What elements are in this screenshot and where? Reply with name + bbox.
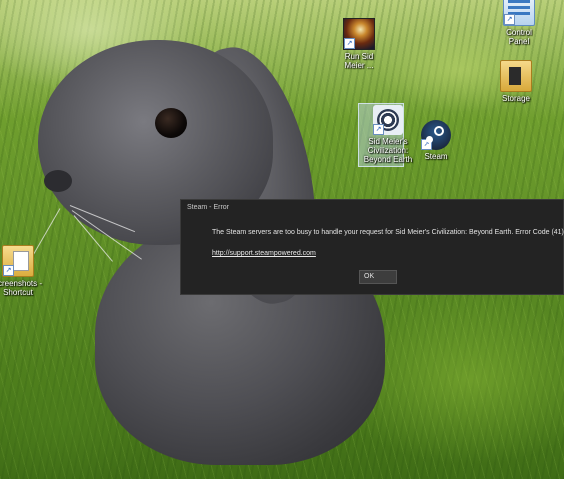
desktop-icon-control-panel[interactable]: ↗ Control Panel — [487, 0, 551, 46]
shortcut-arrow-icon: ↗ — [421, 139, 432, 150]
steam-error-dialog: Steam - Error The Steam servers are too … — [180, 199, 564, 295]
dialog-title: Steam - Error — [187, 204, 230, 211]
civilization-beyond-earth-icon: ↗ — [373, 105, 403, 135]
desktop-icon-screenshots-shortcut[interactable]: ↗ screenshots - Shortcut — [0, 245, 50, 297]
desktop-icon-steam[interactable]: ↗ Steam — [404, 120, 468, 161]
civilization-game-icon: ↗ — [343, 18, 375, 50]
desktop-icon-label: Storage — [501, 94, 531, 103]
shortcut-arrow-icon: ↗ — [373, 124, 384, 135]
steam-icon: ↗ — [421, 120, 451, 150]
desktop-icon-storage[interactable]: Storage — [484, 60, 548, 103]
desktop-icon-label: Run Sid Meier ... — [344, 52, 374, 70]
support-link[interactable]: http://support.steampowered.com — [212, 250, 316, 257]
shortcut-arrow-icon: ↗ — [344, 38, 355, 49]
control-panel-icon: ↗ — [503, 0, 535, 26]
error-message: The Steam servers are too busy to handle… — [212, 229, 564, 236]
rabbit-eye — [155, 108, 187, 138]
desktop-icon-run-sid-meier[interactable]: ↗ Run Sid Meier ... — [327, 18, 391, 70]
folder-icon — [500, 60, 532, 92]
folder-shortcut-icon: ↗ — [2, 245, 34, 277]
shortcut-arrow-icon: ↗ — [504, 14, 515, 25]
desktop-icon-label: Control Panel — [506, 28, 532, 46]
shortcut-arrow-icon: ↗ — [3, 265, 14, 276]
desktop-icon-label: Steam — [424, 152, 448, 161]
desktop-icon-label: screenshots - Shortcut — [0, 279, 43, 297]
rabbit-nose — [44, 170, 72, 192]
ok-button[interactable]: OK — [359, 270, 397, 284]
